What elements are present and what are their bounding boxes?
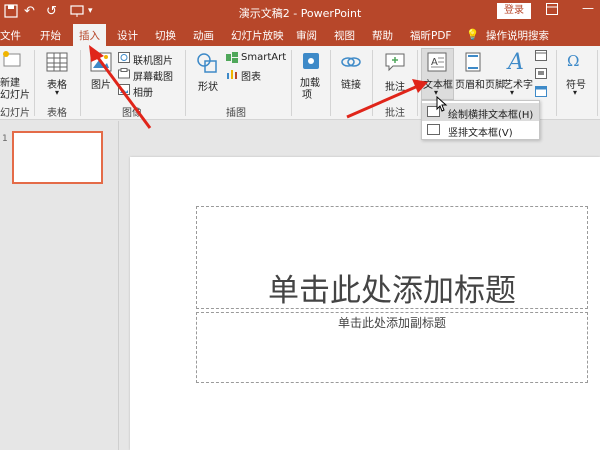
annotation-arrow-to-textbox — [346, 79, 428, 119]
annotation-arrow-to-insert-tab — [89, 45, 152, 129]
annotation-arrows — [89, 45, 428, 129]
